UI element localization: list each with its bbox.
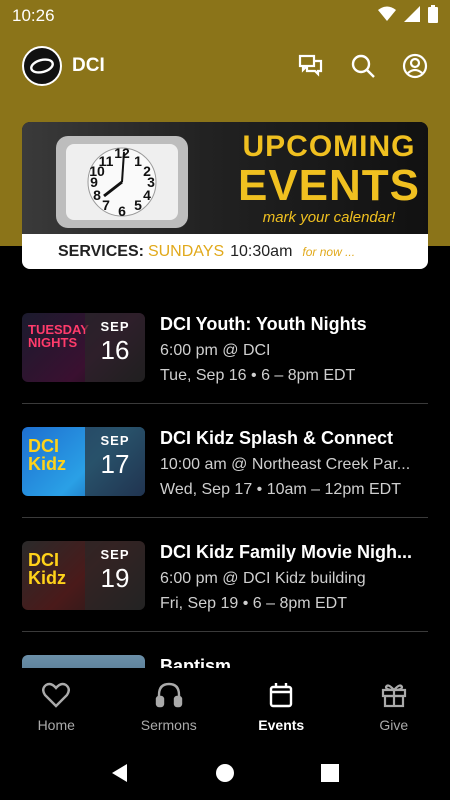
banner-title: UPCOMING EVENTS mark your calendar! <box>236 130 422 226</box>
svg-text:11: 11 <box>99 153 114 169</box>
svg-text:8: 8 <box>93 187 101 203</box>
event-time-location: 6:00 pm @ DCI <box>160 342 271 359</box>
event-day: 16 <box>100 335 130 365</box>
event-item[interactable]: DCI Kidz SEP 17 DCI Kidz Splash & Connec… <box>22 404 428 518</box>
svg-text:4: 4 <box>143 187 151 203</box>
recents-icon[interactable] <box>321 763 339 787</box>
home-circle-icon[interactable] <box>215 763 235 788</box>
services-time: 10:30am <box>230 242 293 260</box>
nav-sermons-label: Sermons <box>140 717 197 733</box>
svg-text:12: 12 <box>114 145 130 161</box>
event-item[interactable]: TUESDAY NIGHTS SEP 16 DCI Youth: Youth N… <box>22 290 428 404</box>
heart-icon <box>42 682 71 711</box>
event-month: SEP <box>100 547 130 562</box>
event-month: SEP <box>100 433 130 448</box>
event-date-range: Fri, Sep 19 • 6 – 8pm EDT <box>160 595 348 612</box>
banner-line-1: UPCOMING <box>242 130 416 163</box>
nav-home-label: Home <box>37 717 75 733</box>
clock-illustration: 12 6 93 12 45 78 10 11 <box>52 130 192 235</box>
svg-text:2: 2 <box>143 163 151 179</box>
battery-icon <box>428 4 438 28</box>
event-thumbnail: DCI Kidz SEP 19 <box>22 541 145 610</box>
nav-events-label: Events <box>258 717 305 733</box>
system-navigation <box>0 750 450 800</box>
services-day: SUNDAYS <box>147 242 225 260</box>
svg-text:6: 6 <box>118 203 126 219</box>
banner-line-3: mark your calendar! <box>262 209 396 226</box>
event-date-badge: SEP 17 <box>85 427 145 496</box>
svg-text:5: 5 <box>134 197 142 213</box>
status-time: 10:26 <box>12 6 55 25</box>
dci-logo[interactable] <box>22 46 62 86</box>
event-title: DCI Kidz Family Movie Nigh... <box>160 542 413 562</box>
event-date-range: Wed, Sep 17 • 10am – 12pm EDT <box>160 481 401 498</box>
event-title: DCI Kidz Splash & Connect <box>160 428 394 448</box>
event-date-range: Tue, Sep 16 • 6 – 8pm EDT <box>160 367 356 384</box>
thumbnail-art: DCI Kidz <box>28 436 66 474</box>
search-icon[interactable] <box>350 53 376 79</box>
event-date-badge: SEP 16 <box>85 313 145 382</box>
services-label: SERVICES: <box>58 242 144 260</box>
gift-icon <box>380 682 408 711</box>
svg-text:1: 1 <box>134 153 142 169</box>
app-title: DCI <box>72 55 105 76</box>
signal-icon <box>404 5 420 27</box>
event-title: DCI Youth: Youth Nights <box>160 314 367 334</box>
event-month: SEP <box>100 319 130 334</box>
event-day: 19 <box>100 563 130 593</box>
banner-line-2: EVENTS <box>237 161 421 210</box>
event-date-badge: SEP 19 <box>85 541 145 610</box>
calendar-icon <box>268 682 294 711</box>
wifi-icon <box>378 6 396 27</box>
event-thumbnail: DCI Kidz SEP 17 <box>22 427 145 496</box>
headphones-icon <box>155 682 183 711</box>
thumbnail-art: DCI Kidz <box>28 550 66 588</box>
nav-give[interactable]: Give <box>338 668 450 750</box>
services-strip: SERVICES: SUNDAYS 10:30am for now ... <box>22 234 428 269</box>
status-bar: 10:26 <box>0 0 450 32</box>
event-item[interactable]: DCI Kidz SEP 19 DCI Kidz Family Movie Ni… <box>22 518 428 632</box>
back-icon[interactable] <box>111 763 129 788</box>
event-time-location: 10:00 am @ Northeast Creek Par... <box>160 456 411 473</box>
banner-image: 12 6 93 12 45 78 10 11 UPCOMING EVENTS mar… <box>22 122 428 234</box>
event-time-location: 6:00 pm @ DCI Kidz building <box>160 570 366 587</box>
event-thumbnail: TUESDAY NIGHTS SEP 16 <box>22 313 145 382</box>
upcoming-events-banner[interactable]: 12 6 93 12 45 78 10 11 UPCOMING EVENTS mar… <box>22 122 428 269</box>
account-icon[interactable] <box>402 53 428 79</box>
nav-sermons[interactable]: Sermons <box>113 668 226 750</box>
svg-text:7: 7 <box>102 197 110 213</box>
services-note: for now ... <box>302 244 356 259</box>
nav-give-label: Give <box>379 717 409 733</box>
nav-home[interactable]: Home <box>0 668 113 750</box>
chat-icon[interactable] <box>298 53 324 79</box>
event-day: 17 <box>100 449 130 479</box>
status-icons <box>378 4 438 28</box>
app-bar: DCI <box>0 44 450 88</box>
nav-events[interactable]: Events <box>225 668 338 750</box>
bottom-navigation: Home Sermons Events Give <box>0 668 450 750</box>
